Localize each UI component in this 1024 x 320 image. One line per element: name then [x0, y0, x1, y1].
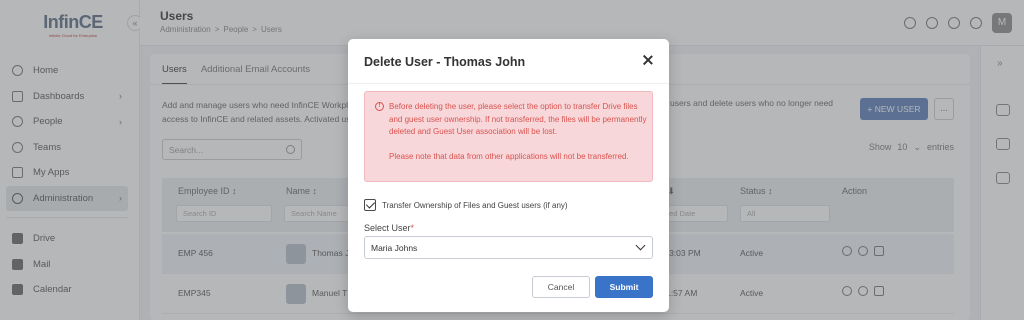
- select-user-dropdown[interactable]: Maria Johns: [364, 236, 653, 259]
- selected-user: Maria Johns: [371, 243, 418, 253]
- cancel-button[interactable]: Cancel: [532, 276, 590, 298]
- select-user-label: Select User*: [364, 223, 414, 233]
- warning-text: Before deleting the user, please select …: [389, 101, 647, 164]
- dialog-title: Delete User - Thomas John: [364, 55, 526, 69]
- info-icon: !: [375, 102, 384, 111]
- checkbox-label[interactable]: Transfer Ownership of Files and Guest us…: [382, 201, 568, 210]
- divider: [348, 83, 669, 84]
- close-icon[interactable]: [641, 53, 655, 67]
- required-marker: *: [410, 223, 415, 233]
- delete-user-dialog: Delete User - Thomas John ! Before delet…: [348, 39, 669, 312]
- warning-paragraph: Please note that data from other applica…: [389, 152, 629, 161]
- warning-paragraph: Before deleting the user, please select …: [389, 102, 647, 136]
- transfer-ownership-option[interactable]: Transfer Ownership of Files and Guest us…: [364, 199, 568, 211]
- select-label-text: Select User: [364, 223, 411, 233]
- transfer-ownership-checkbox[interactable]: [364, 199, 376, 211]
- chevron-down-icon: [635, 240, 646, 251]
- warning-alert: ! Before deleting the user, please selec…: [364, 91, 653, 182]
- submit-button[interactable]: Submit: [595, 276, 653, 298]
